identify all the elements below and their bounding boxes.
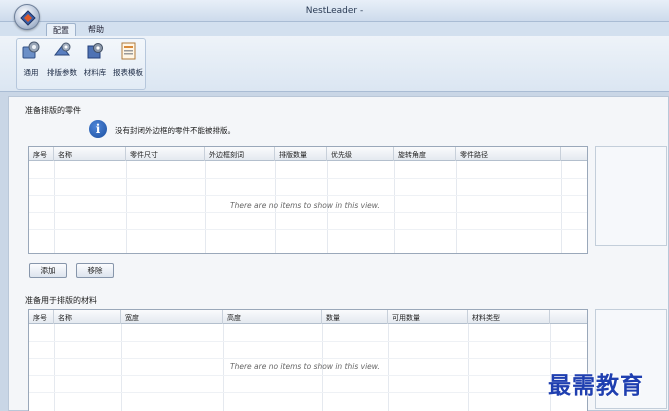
application-menu-button[interactable]	[14, 4, 40, 30]
materials-section-title: 准备用于排版的材料	[25, 296, 97, 305]
ribbon-tab-strip: 配置 帮助	[0, 22, 669, 36]
general-button-label: 通用	[23, 68, 39, 77]
tab-help[interactable]: 帮助	[82, 23, 110, 36]
material-library-icon	[85, 41, 105, 61]
materials-col-filler	[550, 310, 587, 324]
parts-col-path[interactable]: 零件路径	[456, 147, 561, 161]
window-title: NestLeader -	[305, 6, 364, 16]
remove-button[interactable]: 移除	[76, 263, 114, 278]
parts-col-index[interactable]: 序号	[29, 147, 54, 161]
tab-config[interactable]: 配置	[46, 23, 76, 36]
parts-list-header: 序号 名称 零件尺寸 外边框刻词 排版数量 优先级 旋转角度 零件路径	[29, 147, 587, 161]
parts-section-title: 准备排版的零件	[25, 106, 81, 115]
main-content: 准备排版的零件 i 没有封闭外边框的零件不能被排版。 序号 名称 零件尺寸 外边…	[8, 96, 669, 411]
materials-col-available-qty[interactable]: 可用数量	[388, 310, 468, 324]
ribbon-group-config: 通用 排版参数 材料库 报表模板	[16, 38, 146, 90]
general-button[interactable]: 通用	[19, 41, 43, 81]
parts-col-name[interactable]: 名称	[54, 147, 126, 161]
materials-col-height[interactable]: 高度	[223, 310, 322, 324]
parts-col-filler	[561, 147, 587, 161]
title-bar: NestLeader -	[0, 0, 669, 22]
nest-params-button-label: 排版参数	[47, 68, 77, 77]
ribbon-panel: 通用 排版参数 材料库 报表模板	[0, 36, 669, 92]
parts-col-size[interactable]: 零件尺寸	[126, 147, 205, 161]
parts-preview-panel	[595, 146, 667, 246]
material-library-button-label: 材料库	[83, 68, 107, 77]
parts-col-priority[interactable]: 优先级	[327, 147, 394, 161]
gear-settings-icon	[21, 41, 41, 61]
materials-col-type[interactable]: 材料类型	[468, 310, 550, 324]
report-template-button[interactable]: 报表模板	[111, 41, 145, 81]
parts-empty-message: There are no items to show in this view.	[230, 201, 380, 210]
materials-col-width[interactable]: 宽度	[121, 310, 223, 324]
materials-col-qty[interactable]: 数量	[322, 310, 388, 324]
nest-params-icon	[52, 41, 72, 61]
nest-params-button[interactable]: 排版参数	[45, 41, 79, 81]
parts-col-rotation[interactable]: 旋转角度	[394, 147, 456, 161]
add-button[interactable]: 添加	[29, 263, 67, 278]
materials-col-index[interactable]: 序号	[29, 310, 54, 324]
materials-list-header: 序号 名称 宽度 高度 数量 可用数量 材料类型	[29, 310, 587, 324]
materials-list[interactable]: 序号 名称 宽度 高度 数量 可用数量 材料类型 There are no it…	[28, 309, 588, 411]
watermark: 最需教育	[548, 372, 644, 399]
materials-empty-message: There are no items to show in this view.	[230, 362, 380, 371]
parts-col-outer-border[interactable]: 外边框刻词	[205, 147, 275, 161]
parts-list[interactable]: 序号 名称 零件尺寸 外边框刻词 排版数量 优先级 旋转角度 零件路径 Ther…	[28, 146, 588, 254]
parts-col-nest-qty[interactable]: 排版数量	[275, 147, 327, 161]
parts-info-text: 没有封闭外边框的零件不能被排版。	[115, 126, 235, 135]
app-logo-icon	[20, 10, 36, 26]
report-template-icon	[118, 41, 138, 61]
report-template-button-label: 报表模板	[113, 68, 143, 77]
material-library-button[interactable]: 材料库	[81, 41, 109, 81]
materials-col-name[interactable]: 名称	[54, 310, 121, 324]
info-icon: i	[89, 120, 107, 138]
